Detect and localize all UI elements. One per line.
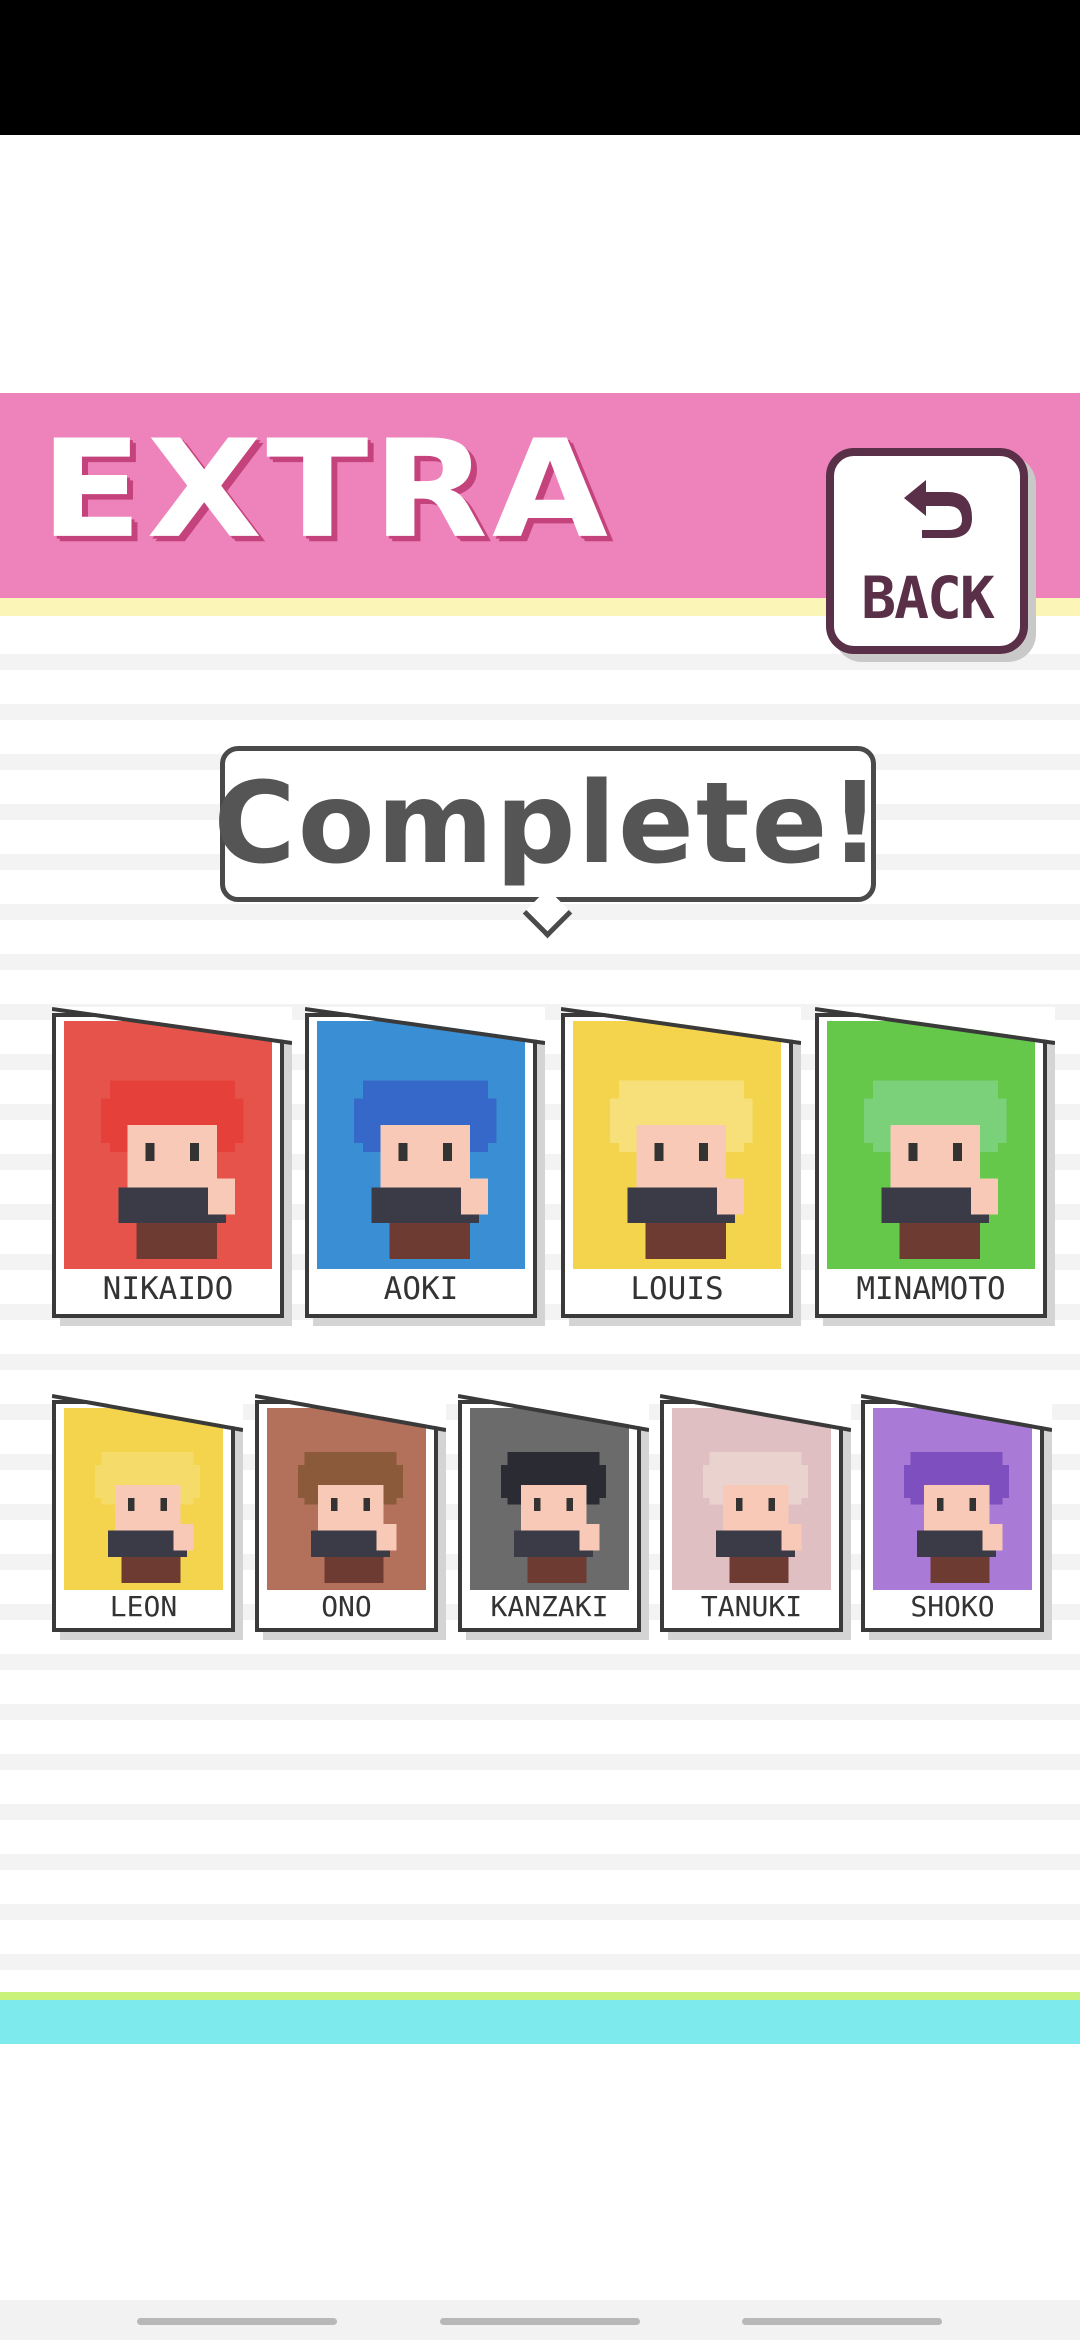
nav-handle-center[interactable] (440, 2318, 640, 2325)
character-card-kanzaki[interactable]: KANZAKI (458, 1394, 649, 1632)
nav-handle-left[interactable] (137, 2318, 337, 2325)
card-slant-corner (660, 1394, 851, 1432)
page-title: EXTRA (40, 411, 613, 569)
character-name: MINAMOTO (856, 1271, 1006, 1307)
back-arrow-icon (904, 480, 972, 538)
character-sprite (863, 1080, 1007, 1259)
character-sprite (298, 1451, 403, 1583)
card-slant-corner (815, 1007, 1055, 1045)
character-card-leon[interactable]: LEON (52, 1394, 243, 1632)
back-button[interactable]: BACK (826, 448, 1028, 654)
character-name: LOUIS (630, 1271, 724, 1307)
character-sprite (100, 1080, 244, 1259)
character-sprite (904, 1451, 1009, 1583)
status-bar (0, 0, 1080, 135)
character-sprite (501, 1451, 606, 1583)
character-card-shoko[interactable]: SHOKO (861, 1394, 1052, 1632)
footer-bar (0, 2000, 1080, 2044)
card-slant-corner (255, 1394, 446, 1432)
card-slant-corner (305, 1007, 545, 1045)
nav-handle-right[interactable] (742, 2318, 942, 2325)
back-label: BACK (861, 564, 995, 632)
character-name: TANUKI (700, 1590, 803, 1623)
character-name: ONO (321, 1590, 372, 1623)
character-sprite (703, 1451, 808, 1583)
character-card-minamoto[interactable]: MINAMOTO (815, 1007, 1055, 1318)
card-slant-corner (52, 1394, 243, 1432)
card-slant-corner (861, 1394, 1052, 1432)
character-name: AOKI (383, 1271, 459, 1307)
character-name: NIKAIDO (102, 1271, 234, 1307)
character-name: LEON (109, 1590, 178, 1623)
character-sprite (609, 1080, 753, 1259)
complete-text: Complete! (213, 759, 883, 889)
character-card-nikaido[interactable]: NIKAIDO (52, 1007, 292, 1318)
character-card-ono[interactable]: ONO (255, 1394, 446, 1632)
footer-accent-line (0, 1992, 1080, 2000)
character-card-aoki[interactable]: AOKI (305, 1007, 545, 1318)
character-name: KANZAKI (490, 1590, 609, 1623)
character-card-louis[interactable]: LOUIS (561, 1007, 801, 1318)
character-sprite (353, 1080, 497, 1259)
character-card-tanuki[interactable]: TANUKI (660, 1394, 851, 1632)
card-slant-corner (52, 1007, 292, 1045)
character-name: SHOKO (910, 1590, 995, 1623)
character-sprite (95, 1451, 200, 1583)
complete-banner: Complete! (213, 746, 883, 902)
card-slant-corner (561, 1007, 801, 1045)
card-slant-corner (458, 1394, 649, 1432)
